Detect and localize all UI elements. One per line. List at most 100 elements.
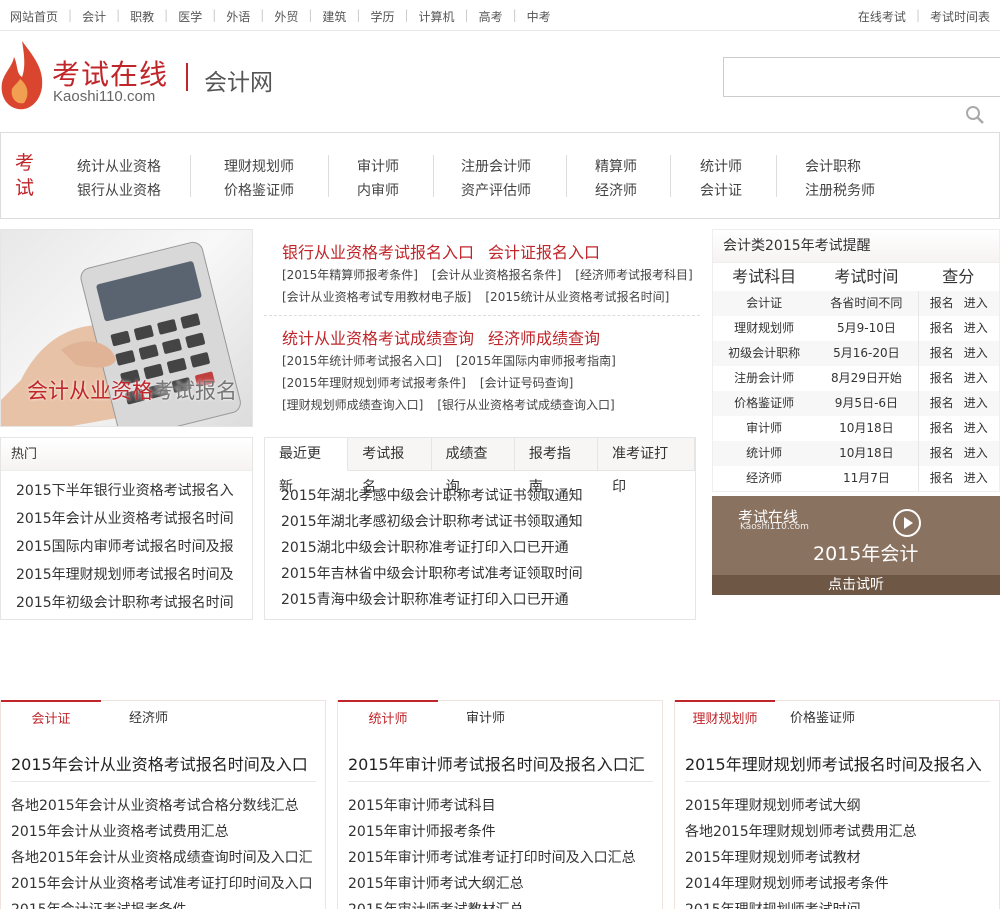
panel-list-item[interactable]: 2014年理财规划师考试报考条件: [685, 871, 917, 897]
news-tab[interactable]: 准考证打印: [598, 438, 695, 495]
hot-item[interactable]: 2015年初级会计职称考试报名时间: [16, 589, 252, 617]
panel-list-item[interactable]: 2015年会计从业资格考试准考证打印时间及入口: [11, 871, 313, 897]
top-nav-link[interactable]: 建筑: [322, 8, 346, 25]
signup-link[interactable]: 报名: [930, 446, 954, 460]
top-nav-link[interactable]: 外语: [226, 8, 250, 25]
signup-link[interactable]: 报名: [930, 296, 954, 310]
sublink[interactable]: [2015统计从业资格考试报名时间]: [485, 290, 669, 304]
online-exam-link[interactable]: 在线考试: [858, 8, 906, 25]
exam-nav-link[interactable]: 注册税务师: [805, 179, 875, 203]
sublink[interactable]: [2015年理财规划师考试报考条件]: [282, 376, 466, 390]
exam-nav-link[interactable]: 会计证: [700, 179, 742, 203]
exam-nav-link[interactable]: 精算师: [595, 155, 637, 179]
signup-link[interactable]: 报名: [930, 471, 954, 485]
panel-headline[interactable]: 2015年会计从业资格考试报名时间及入口: [11, 751, 308, 775]
top-nav-link[interactable]: 网站首页: [10, 8, 58, 25]
panel-list-item[interactable]: 2015年审计师考试大纲汇总: [348, 871, 636, 897]
enter-link[interactable]: 进入: [964, 421, 988, 435]
headline-link[interactable]: 银行从业资格考试报名入口: [282, 243, 474, 262]
panel-list-item[interactable]: 各地2015年会计从业资格考试合格分数线汇总: [11, 793, 313, 819]
news-item[interactable]: 2015年湖北孝感初级会计职称考试证书领取通知: [281, 509, 695, 535]
panel-list-item[interactable]: 2015年理财规划师考试时间: [685, 897, 917, 909]
top-nav-link[interactable]: 学历: [370, 8, 394, 25]
exam-nav-link[interactable]: 统计师: [700, 155, 742, 179]
enter-link[interactable]: 进入: [964, 346, 988, 360]
signup-link[interactable]: 报名: [930, 346, 954, 360]
panel-tab[interactable]: 统计师: [338, 700, 438, 736]
top-nav-link[interactable]: 计算机: [419, 8, 455, 25]
exam-nav-link[interactable]: 审计师: [357, 155, 399, 179]
exam-nav-link[interactable]: 注册会计师: [461, 155, 531, 179]
panel-tab[interactable]: 审计师: [466, 701, 505, 737]
exam-nav-link[interactable]: 统计从业资格: [77, 155, 161, 179]
logo-title[interactable]: 考试在线: [52, 53, 168, 93]
news-tab[interactable]: 最近更新: [265, 438, 349, 495]
sublink[interactable]: [会计证号码查询]: [480, 376, 573, 390]
panel-list-item[interactable]: 2015年会计从业资格考试费用汇总: [11, 819, 313, 845]
hot-item[interactable]: 2015国际内审师考试报名时间及报: [16, 533, 252, 561]
hot-item[interactable]: 2015下半年银行业资格考试报名入: [16, 477, 252, 505]
news-tab[interactable]: 考试报名: [348, 438, 432, 495]
hot-item[interactable]: 2015年会计从业资格考试报名时间: [16, 505, 252, 533]
exam-nav-link[interactable]: 资产评估师: [461, 179, 531, 203]
signup-link[interactable]: 报名: [930, 371, 954, 385]
top-nav-link[interactable]: 高考: [479, 8, 503, 25]
panel-tab[interactable]: 经济师: [129, 701, 168, 737]
signup-link[interactable]: 报名: [930, 321, 954, 335]
news-item[interactable]: 2015青海中级会计职称准考证打印入口已开通: [281, 587, 695, 613]
panel-headline[interactable]: 2015年理财规划师考试报名时间及报名入: [685, 751, 982, 775]
enter-link[interactable]: 进入: [964, 371, 988, 385]
hot-item[interactable]: 2015年理财规划师考试报名时间及: [16, 561, 252, 589]
headline-link[interactable]: 经济师成绩查询: [488, 329, 600, 348]
sublink[interactable]: [2015年国际内审师报考指南]: [456, 354, 616, 368]
top-nav-link[interactable]: 医学: [178, 8, 202, 25]
panel-list-item[interactable]: 2015年审计师考试科目: [348, 793, 636, 819]
panel-list-item[interactable]: 2015年会计证考试报考条件: [11, 897, 313, 909]
top-nav-link[interactable]: 外贸: [274, 8, 298, 25]
sublink[interactable]: [会计从业资格考试专用教材电子版]: [282, 290, 471, 304]
panel-list-item[interactable]: 2015年审计师考试准考证打印时间及入口汇总: [348, 845, 636, 871]
sublink[interactable]: [银行从业资格考试成绩查询入口]: [437, 398, 614, 412]
news-tab[interactable]: 报考指南: [515, 438, 599, 495]
panel-tab[interactable]: 会计证: [1, 700, 101, 736]
sublink[interactable]: [2015年精算师报考条件]: [282, 268, 418, 282]
enter-link[interactable]: 进入: [964, 296, 988, 310]
top-nav-link[interactable]: 中考: [527, 8, 551, 25]
panel-list-item[interactable]: 各地2015年会计从业资格成绩查询时间及入口汇: [11, 845, 313, 871]
top-nav-link[interactable]: 职教: [130, 8, 154, 25]
panel-headline[interactable]: 2015年审计师考试报名时间及报名入口汇: [348, 751, 645, 775]
panel-list-item[interactable]: 2015年审计师报考条件: [348, 819, 636, 845]
headline-link[interactable]: 统计从业资格考试成绩查询: [282, 329, 474, 348]
signup-link[interactable]: 报名: [930, 396, 954, 410]
panel-list-item[interactable]: 各地2015年理财规划师考试费用汇总: [685, 819, 917, 845]
exam-nav-link[interactable]: 银行从业资格: [77, 179, 161, 203]
play-icon[interactable]: [893, 509, 921, 537]
search-button[interactable]: [955, 97, 995, 133]
sublink[interactable]: [经济师考试报考科目]: [575, 268, 692, 282]
search-input[interactable]: [723, 57, 1000, 97]
exam-nav-link[interactable]: 内审师: [357, 179, 399, 203]
top-nav-link[interactable]: 会计: [82, 8, 106, 25]
exam-nav-link[interactable]: 会计职称: [805, 155, 875, 179]
enter-link[interactable]: 进入: [964, 446, 988, 460]
panel-tab[interactable]: 理财规划师: [675, 700, 775, 736]
promo-video-banner[interactable]: 考试在线 Kaoshi110.com 2015年会计 点击试听: [712, 496, 1000, 595]
exam-nav-link[interactable]: 理财规划师: [224, 155, 294, 179]
enter-link[interactable]: 进入: [964, 471, 988, 485]
exam-nav-link[interactable]: 价格鉴证师: [224, 179, 294, 203]
listen-trial-button[interactable]: 点击试听: [712, 575, 1000, 595]
headline-link[interactable]: 会计证报名入口: [488, 243, 600, 262]
exam-nav-link[interactable]: 经济师: [595, 179, 637, 203]
enter-link[interactable]: 进入: [964, 321, 988, 335]
banner-image[interactable]: 会计从业资格考试报名: [0, 229, 253, 427]
panel-list-item[interactable]: 2015年审计师考试教材汇总: [348, 897, 636, 909]
panel-tab[interactable]: 价格鉴证师: [790, 701, 855, 737]
signup-link[interactable]: 报名: [930, 421, 954, 435]
news-item[interactable]: 2015年吉林省中级会计职称考试准考证领取时间: [281, 561, 695, 587]
panel-list-item[interactable]: 2015年理财规划师考试大纲: [685, 793, 917, 819]
news-tab[interactable]: 成绩查询: [432, 438, 515, 495]
panel-list-item[interactable]: 2015年理财规划师考试教材: [685, 845, 917, 871]
sublink[interactable]: [会计从业资格报名条件]: [432, 268, 561, 282]
news-item[interactable]: 2015年湖北孝感中级会计职称考试证书领取通知: [281, 483, 695, 509]
sublink[interactable]: [理财规划师成绩查询入口]: [282, 398, 423, 412]
